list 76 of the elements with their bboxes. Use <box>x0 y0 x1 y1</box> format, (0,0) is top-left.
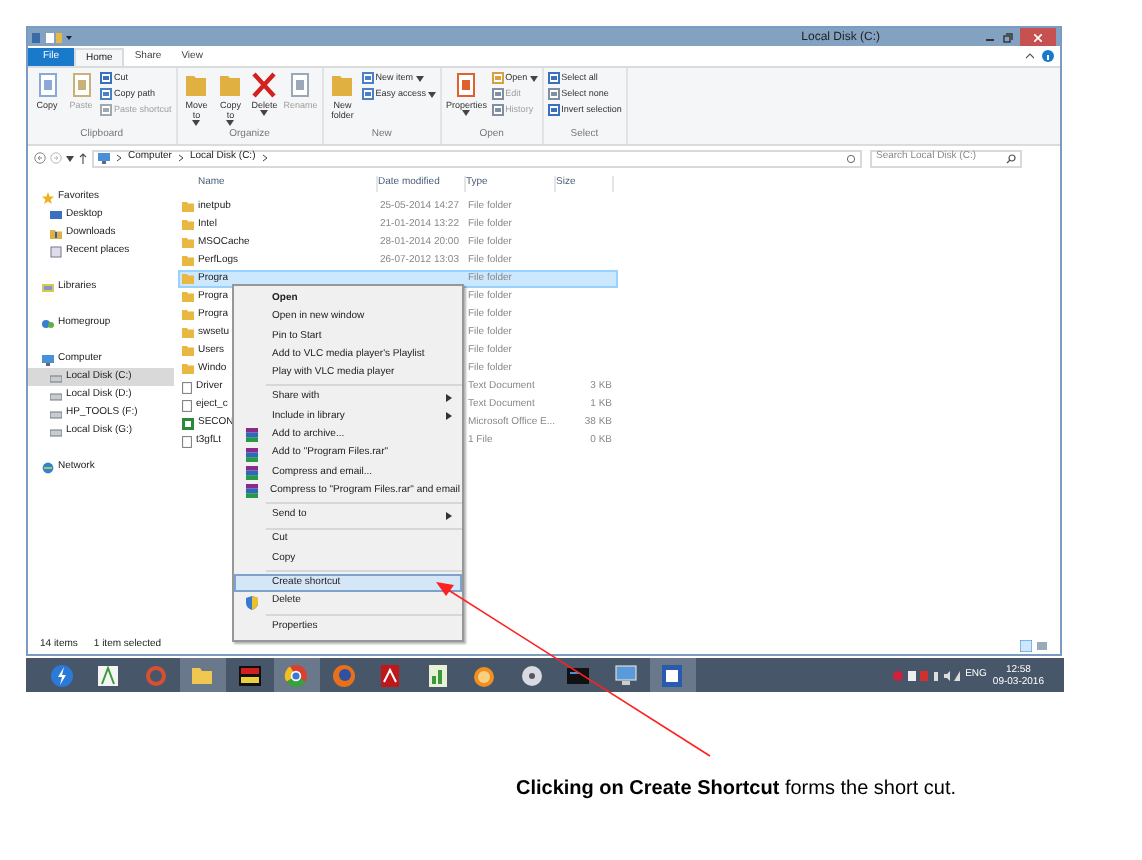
archive-icon <box>245 484 258 499</box>
tool-icon <box>100 88 112 100</box>
document-icon <box>69 72 93 98</box>
caret-icon <box>66 155 74 161</box>
pdf-icon <box>378 663 403 687</box>
document-icon <box>288 72 313 98</box>
downloads-icon <box>50 227 62 239</box>
tool-icon <box>491 88 504 100</box>
refresh-icon[interactable] <box>846 153 856 163</box>
tool-icon <box>491 104 504 116</box>
tool-icon <box>361 88 374 100</box>
archive-icon <box>246 428 258 443</box>
tool-icon <box>100 72 112 84</box>
network-icon <box>42 461 54 473</box>
caption: Clicking on Create Shortcut forms the short cut. <box>516 776 959 804</box>
folder-icon <box>184 72 209 98</box>
tool-icon <box>547 104 560 116</box>
close-button[interactable] <box>1020 28 1056 46</box>
terminal-icon <box>566 663 591 687</box>
help-icon[interactable] <box>1042 50 1054 62</box>
restore-icon[interactable] <box>1002 31 1014 43</box>
document-icon <box>182 435 192 447</box>
library-icon <box>42 281 54 293</box>
tool-icon <box>100 104 112 116</box>
lightning-icon <box>49 663 74 687</box>
close-icon <box>1034 33 1042 41</box>
back-icon[interactable] <box>34 152 46 164</box>
browser-icon <box>331 663 356 687</box>
tiles-view-icon[interactable] <box>1036 639 1048 651</box>
archive-icon <box>246 465 258 480</box>
computer-icon <box>42 353 54 365</box>
tool-icon <box>547 88 560 100</box>
folder-icon <box>218 72 243 98</box>
tool-icon <box>361 72 374 84</box>
monitor-icon <box>613 663 638 687</box>
paint-icon <box>96 663 121 687</box>
caret-icon <box>529 75 538 81</box>
chart-icon <box>425 663 450 687</box>
chevron-icon <box>116 154 122 162</box>
document-icon <box>35 72 59 98</box>
taskbar-button[interactable] <box>273 658 320 692</box>
desktop-icon <box>50 209 62 221</box>
chevron-icon <box>177 154 184 162</box>
shield-icon <box>246 595 258 610</box>
archive-icon <box>246 447 258 462</box>
quick-access-icon[interactable] <box>32 31 72 43</box>
caret-icon <box>226 120 235 126</box>
taskbar-button[interactable] <box>649 658 696 692</box>
folder-icon <box>330 72 355 98</box>
system-tray-icons[interactable] <box>891 669 960 681</box>
caret-icon <box>192 120 201 126</box>
recent-places-icon <box>50 245 62 257</box>
search-icon <box>1006 153 1016 163</box>
computer-icon <box>98 152 110 164</box>
submenu-arrow-icon <box>446 511 452 520</box>
document-icon <box>454 72 479 98</box>
chevron-icon <box>261 154 268 162</box>
caret-icon <box>428 91 437 97</box>
star-icon <box>42 191 54 203</box>
media-icon <box>237 663 262 687</box>
ring-icon <box>143 663 168 687</box>
spreadsheet-icon <box>182 417 194 429</box>
homegroup-icon <box>42 317 54 329</box>
folder-icon <box>190 663 215 687</box>
caret-icon <box>415 75 424 81</box>
disc-icon <box>519 663 544 687</box>
caret-icon <box>260 110 269 116</box>
collapse-ribbon-icon[interactable] <box>1026 52 1034 60</box>
tool-icon <box>491 72 504 84</box>
up-icon[interactable] <box>78 152 88 164</box>
delete-icon <box>252 72 277 98</box>
tool-icon <box>547 72 560 84</box>
browser-icon <box>284 663 309 687</box>
clock-icon <box>472 663 497 687</box>
caret-icon <box>462 110 471 116</box>
document-icon <box>660 663 685 687</box>
